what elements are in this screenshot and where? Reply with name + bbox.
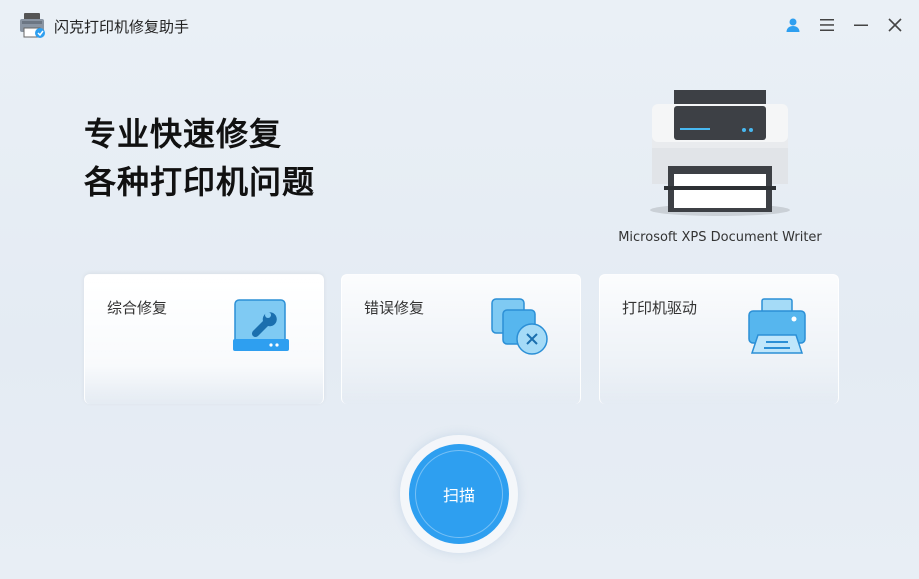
minimize-icon <box>854 24 868 26</box>
hero-headline: 专业快速修复 各种打印机问题 <box>84 110 315 206</box>
title-bar: 闪克打印机修复助手 <box>0 0 919 50</box>
app-title: 闪克打印机修复助手 <box>54 18 190 36</box>
minimize-button[interactable] <box>850 14 872 36</box>
card-error-repair-label: 错误修复 <box>364 299 425 317</box>
printer-name: Microsoft XPS Document Writer <box>618 230 822 245</box>
error-windows-icon <box>491 298 548 355</box>
printer-icon <box>748 298 806 354</box>
menu-button[interactable] <box>816 14 838 36</box>
app-printer-icon <box>20 13 45 38</box>
printer-illustration <box>650 90 790 216</box>
card-error-repair[interactable]: 错误修复 <box>341 274 581 404</box>
card-printer-driver[interactable]: 打印机驱动 <box>599 274 839 404</box>
wrench-drive-icon <box>233 299 289 351</box>
close-icon <box>888 18 902 32</box>
close-button[interactable] <box>884 14 906 36</box>
user-icon <box>786 18 800 32</box>
hero-line-1: 专业快速修复 <box>84 115 283 153</box>
scan-button-label: 扫描 <box>442 486 475 505</box>
card-comprehensive-repair-label: 综合修复 <box>107 299 168 317</box>
scan-button-halo: 扫描 <box>400 435 518 553</box>
hero-line-2: 各种打印机问题 <box>84 163 316 201</box>
menu-icon <box>820 19 834 31</box>
card-printer-driver-label: 打印机驱动 <box>622 299 698 317</box>
card-comprehensive-repair[interactable]: 综合修复 <box>84 274 324 404</box>
user-button[interactable] <box>782 14 804 36</box>
scan-button[interactable]: 扫描 <box>409 444 509 544</box>
